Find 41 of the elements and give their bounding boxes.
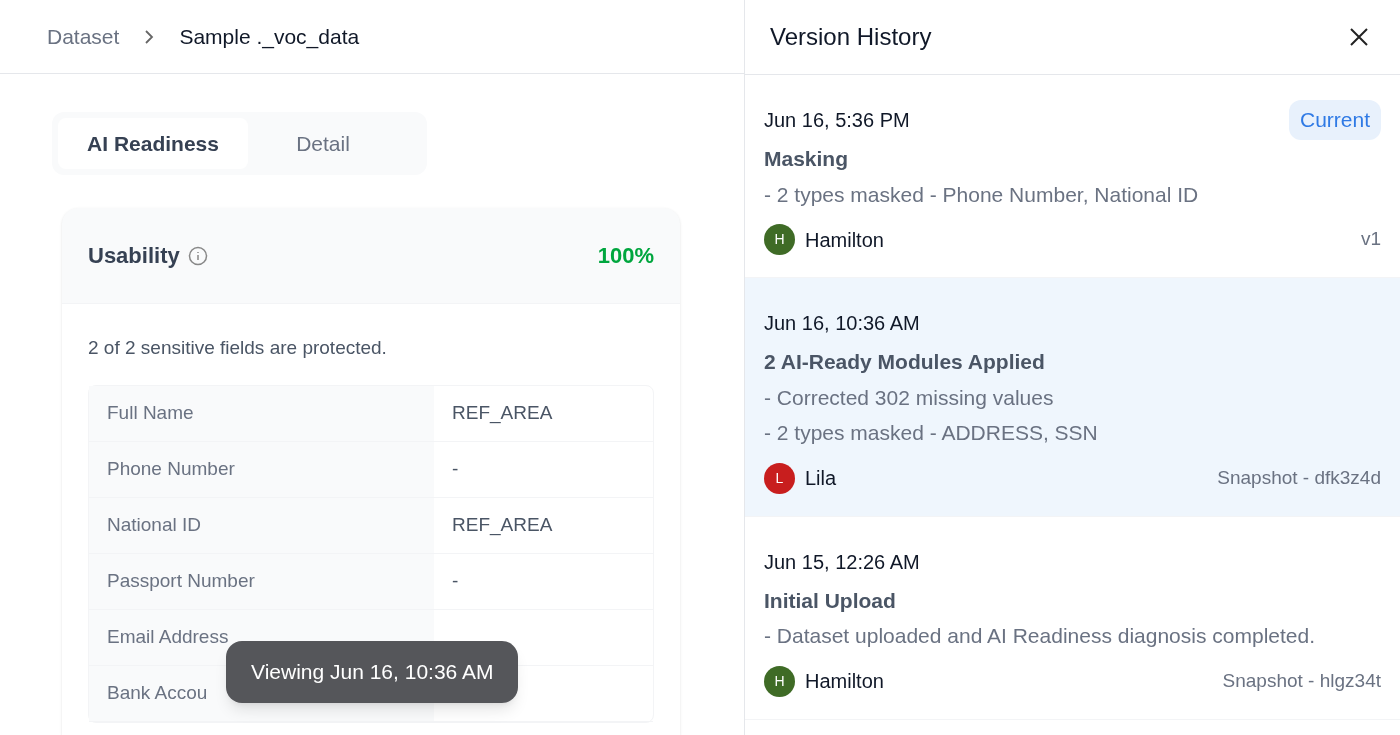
avatar: H <box>764 665 795 697</box>
table-cell: Full Name <box>89 385 434 441</box>
chevron-right-icon <box>143 28 156 45</box>
tab[interactable]: AI Readiness <box>58 118 248 169</box>
card-title: Usability <box>88 242 180 270</box>
user-name: Hamilton <box>805 227 884 253</box>
table-cell: National ID <box>89 497 434 553</box>
avatar: L <box>764 462 795 494</box>
change-description: - Corrected 302 missing values <box>764 384 1055 411</box>
version-time: Jun 16, 5:36 PM <box>764 108 910 133</box>
table-cell-text: REF_AREA <box>451 512 554 538</box>
table-cell: Phone Number <box>89 441 434 497</box>
table-cell: Passport Number <box>89 553 434 609</box>
version-tag: v1 <box>1360 225 1381 254</box>
version-tag: Snapshot - hlgz34t <box>1222 666 1381 696</box>
status-badge: Current <box>1288 100 1381 140</box>
tab[interactable]: Detail <box>248 118 398 169</box>
version-title: 2 AI-Ready Modules Applied <box>764 349 1046 375</box>
user-name: Lila <box>805 466 837 491</box>
table-cell-text: - <box>451 456 460 481</box>
panel-title: Version History <box>770 22 932 52</box>
version-time: Jun 15, 12:26 AM <box>764 549 920 575</box>
score: 100% <box>597 242 654 270</box>
table-cell-text: REF_AREA <box>451 400 554 426</box>
user-name: Hamilton <box>805 669 884 694</box>
change-description: - 2 types masked - ADDRESS, SSN <box>764 420 1099 446</box>
version-title: Masking <box>764 146 850 172</box>
close-icon <box>1350 28 1368 46</box>
breadcrumb-current: Sample ._voc_data <box>179 23 360 51</box>
change-description: - 2 types masked - Phone Number, National ID <box>764 181 1200 208</box>
breadcrumb-link[interactable]: Dataset <box>47 20 120 53</box>
version-item[interactable]: Jun 16, 10:36 AM 2 AI-Ready Modules Applied - Corrected 302 missing values - 2 types masked - ADDRESS, SSN L Lila Snapshot - dfk3z4d <box>745 278 1400 517</box>
version-title: Initial Upload <box>764 587 897 614</box>
change-description: - Dataset uploaded and AI Readiness diagnosis completed. <box>764 623 1317 649</box>
info-icon <box>187 245 208 266</box>
toast: Viewing Jun 16, 10:36 AM <box>226 641 519 703</box>
table-cell-text: - <box>451 568 460 593</box>
summary-text: 2 of 2 sensitive fields are protected. <box>88 336 388 360</box>
avatar: H <box>764 224 795 255</box>
version-tag: Snapshot - dfk3z4d <box>1217 463 1381 493</box>
version-time: Jun 16, 10:36 AM <box>764 311 920 336</box>
